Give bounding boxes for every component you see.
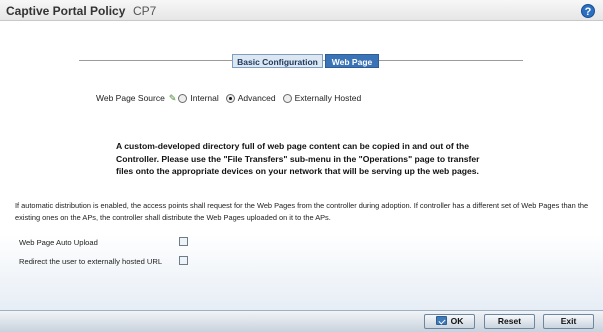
redirect-label: Redirect the user to externally hosted U… [19,257,163,266]
ok-button[interactable]: OK [424,314,475,329]
title-bar: Captive Portal Policy CP7 ? [0,0,603,21]
source-advanced-radio[interactable] [225,93,235,103]
advanced-source-notice: A custom-developed directory full of web… [116,141,480,177]
source-externally-hosted-label: Externally Hosted [294,93,362,103]
web-page-panel: Basic Configuration Web Page Web Page So… [0,22,603,332]
auto-upload-checkbox[interactable] [179,237,188,246]
ok-button-label: OK [450,316,464,326]
source-internal-radio[interactable] [178,93,188,103]
source-internal-label: Internal [190,93,219,103]
distribution-note: If automatic distribution is enabled, th… [15,201,589,222]
auto-upload-label: Web Page Auto Upload [19,238,98,247]
source-externally-hosted-radio[interactable] [282,93,292,103]
policy-name: CP7 [133,4,157,18]
pencil-icon: ✎ [168,92,177,103]
redirect-checkbox[interactable] [179,256,188,265]
save-icon [435,316,447,325]
web-page-source-row: Web Page Source ✎ Internal Advanced Exte… [96,92,368,104]
reset-button[interactable]: Reset [484,314,535,329]
exit-button[interactable]: Exit [543,314,594,329]
web-page-source-label: Web Page Source [96,93,165,103]
source-advanced-label: Advanced [237,93,276,103]
tab-web-page[interactable]: Web Page [325,54,379,68]
page-title: Captive Portal Policy [6,4,126,18]
tab-basic-configuration[interactable]: Basic Configuration [232,54,323,68]
help-icon[interactable]: ? [581,4,595,18]
